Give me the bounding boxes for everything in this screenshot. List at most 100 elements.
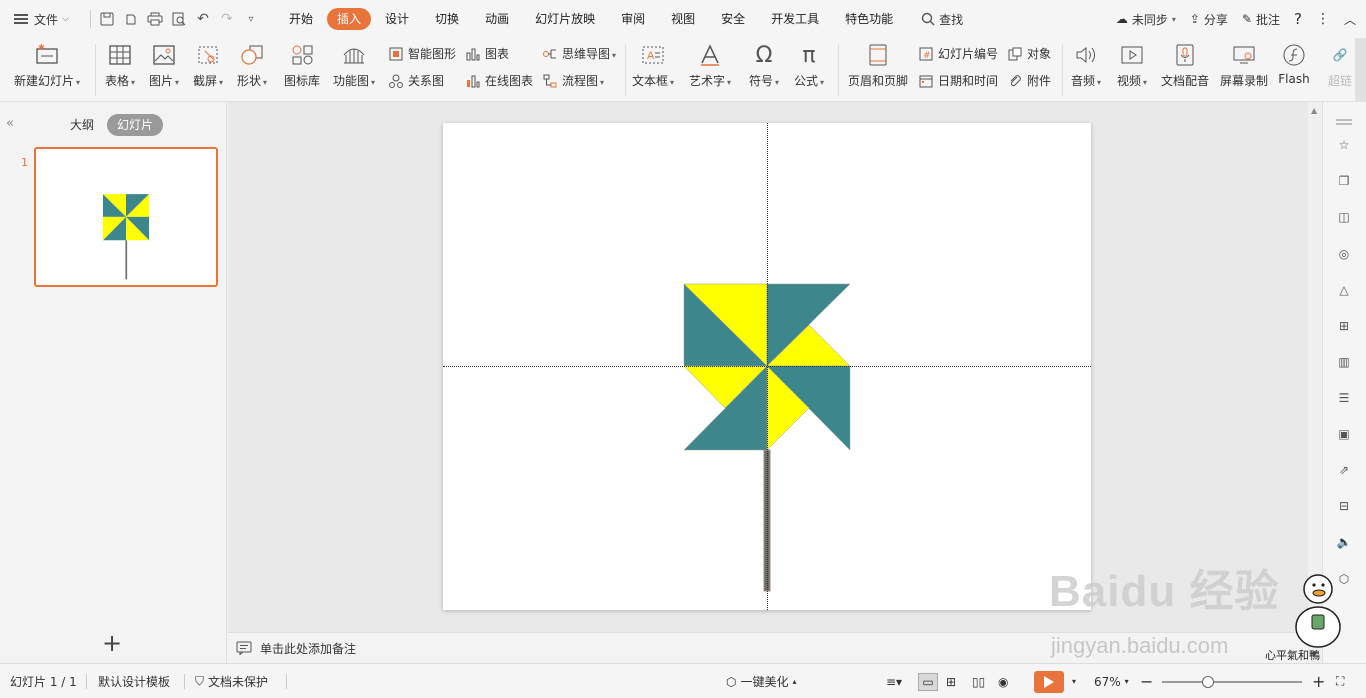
- pane-menu-icon[interactable]: [1334, 112, 1354, 132]
- flowchart-button[interactable]: 流程图: [542, 72, 604, 89]
- notes-icon: [236, 641, 252, 655]
- location-icon[interactable]: ◎: [1334, 244, 1354, 264]
- icon-library-button[interactable]: 图标库: [280, 38, 324, 89]
- comment-button[interactable]: ✎ 批注: [1242, 11, 1280, 28]
- sync-status[interactable]: ☁ 未同步 ▾: [1116, 11, 1176, 28]
- notes-pane[interactable]: 单击此处添加备注: [228, 632, 1308, 663]
- presenter-view-icon[interactable]: ◉: [998, 664, 1008, 698]
- picture-button[interactable]: 图片: [146, 38, 182, 89]
- box-icon[interactable]: ⊟: [1334, 496, 1354, 516]
- tab-1[interactable]: 插入: [327, 8, 372, 30]
- customize-dropdown-icon[interactable]: ▿: [239, 7, 263, 31]
- tab-slides[interactable]: 幻灯片: [107, 114, 164, 136]
- chevron-down-icon[interactable]: ▾: [1072, 677, 1076, 686]
- collapse-ribbon-icon[interactable]: ︿: [1344, 11, 1356, 28]
- normal-view-button[interactable]: ▭: [918, 664, 938, 698]
- layout-icon[interactable]: ❐: [1334, 171, 1354, 191]
- tab-5[interactable]: 幻灯片放映: [523, 8, 607, 30]
- protection-label: 文档未保护: [208, 675, 269, 689]
- tab-8[interactable]: 安全: [709, 8, 757, 30]
- zoom-slider-handle[interactable]: [1202, 675, 1214, 688]
- tab-7[interactable]: 视图: [659, 8, 707, 30]
- symbol-button[interactable]: Ω 符号: [745, 38, 783, 89]
- more-icon[interactable]: ⋮: [1316, 11, 1330, 27]
- tab-9[interactable]: 开发工具: [759, 8, 831, 30]
- smart-shape-button[interactable]: 智能图形: [388, 45, 456, 62]
- tab-10[interactable]: 特色功能: [833, 8, 905, 30]
- share-icon: ⇪: [1189, 12, 1200, 26]
- video-button[interactable]: 视频: [1112, 38, 1152, 89]
- online-chart-button[interactable]: 在线图表: [465, 72, 533, 89]
- slide-thumbnail[interactable]: [34, 147, 218, 287]
- shapes-icon[interactable]: ◫: [1334, 207, 1354, 227]
- fill-icon[interactable]: △: [1334, 280, 1354, 300]
- datetime-button[interactable]: 日期和时间: [918, 72, 998, 89]
- horizontal-guide-line[interactable]: [443, 366, 1091, 367]
- tab-outline[interactable]: 大纲: [60, 114, 104, 136]
- file-menu[interactable]: 文件 ⌵: [0, 0, 86, 38]
- screenshot-button[interactable]: 截屏: [190, 38, 226, 89]
- print-preview-icon[interactable]: [167, 7, 191, 31]
- wordart-button[interactable]: 艺术字: [686, 38, 734, 89]
- formula-button[interactable]: π 公式: [790, 38, 828, 89]
- zoom-out-button[interactable]: −: [1140, 664, 1153, 698]
- new-slide-button[interactable]: ✱ 新建幻灯片: [10, 38, 84, 89]
- mindmap-button[interactable]: 思维导图: [542, 45, 616, 62]
- scroll-down-icon[interactable]: ▼: [1311, 650, 1317, 659]
- ribbon-scrollbar[interactable]: [1355, 38, 1366, 101]
- slide-canvas[interactable]: [443, 123, 1091, 610]
- image-icon[interactable]: ▣: [1334, 424, 1354, 444]
- collapse-panel-icon[interactable]: «: [6, 116, 14, 131]
- tab-3[interactable]: 切换: [423, 8, 471, 30]
- relation-chart-button[interactable]: 关系图: [388, 72, 444, 89]
- doc-voice-button[interactable]: 文档配音: [1158, 38, 1212, 89]
- document-protection[interactable]: ⛉ 文档未保护: [195, 664, 268, 698]
- add-slide-button[interactable]: +: [100, 631, 124, 656]
- fit-window-icon[interactable]: ⛶: [1336, 664, 1344, 698]
- reading-view-icon[interactable]: ▯▯: [972, 664, 985, 698]
- print-icon[interactable]: [143, 7, 167, 31]
- settings-icon[interactable]: ☰: [1334, 388, 1354, 408]
- function-chart-button[interactable]: 功能图: [330, 38, 378, 89]
- undo-icon[interactable]: ↶: [191, 7, 215, 31]
- tab-6[interactable]: 审阅: [609, 8, 657, 30]
- one-click-beautify-button[interactable]: ⬡ 一键美化 ▴: [726, 664, 797, 698]
- attachment-button[interactable]: 附件: [1007, 72, 1051, 89]
- textbox-button[interactable]: A 文本框: [630, 38, 676, 89]
- relation-icon: [388, 73, 404, 89]
- notes-toggle-icon[interactable]: ≡▾: [886, 664, 902, 698]
- scroll-up-icon[interactable]: ▲: [1311, 106, 1317, 115]
- volume-icon[interactable]: 🔈: [1334, 532, 1354, 552]
- zoom-slider[interactable]: [1162, 664, 1302, 698]
- flash-button[interactable]: Flash: [1274, 38, 1314, 86]
- redo-icon[interactable]: ↷: [215, 7, 239, 31]
- zoom-in-button[interactable]: +: [1312, 664, 1325, 698]
- grid-icon[interactable]: ⊞: [1334, 316, 1354, 336]
- hyperlink-button[interactable]: 🔗 超链: [1322, 38, 1358, 89]
- table-button[interactable]: 表格: [102, 38, 138, 89]
- save-icon[interactable]: [95, 7, 119, 31]
- shape-button[interactable]: 形状: [234, 38, 270, 89]
- export-icon[interactable]: [119, 7, 143, 31]
- zoom-level[interactable]: 67% ▾: [1094, 664, 1129, 698]
- tab-4[interactable]: 动画: [473, 8, 521, 30]
- header-footer-button[interactable]: 页眉和页脚: [846, 38, 910, 89]
- help-button[interactable]: ?: [1294, 10, 1302, 28]
- shield-icon[interactable]: ⬡: [1334, 569, 1354, 589]
- screen-record-button[interactable]: 屏幕录制: [1216, 38, 1272, 89]
- slideshow-play-button[interactable]: ▾: [1034, 664, 1076, 698]
- object-button[interactable]: 对象: [1007, 45, 1051, 62]
- tab-2[interactable]: 设计: [373, 8, 421, 30]
- star-icon[interactable]: ☆: [1334, 135, 1354, 155]
- slide-sorter-icon[interactable]: ⊞: [946, 664, 956, 698]
- vertical-scrollbar[interactable]: ▲ ▼: [1308, 102, 1322, 663]
- chart-icon[interactable]: ▥: [1334, 352, 1354, 372]
- audio-button[interactable]: 音频: [1066, 38, 1106, 89]
- slide-number-button[interactable]: # 幻灯片编号: [918, 45, 998, 62]
- share-button[interactable]: ⇪ 分享: [1190, 11, 1228, 28]
- chart-button[interactable]: 图表: [465, 45, 509, 62]
- share-icon[interactable]: ⇗: [1334, 460, 1354, 480]
- search-box[interactable]: 查找: [921, 0, 963, 38]
- tab-0[interactable]: 开始: [277, 8, 325, 30]
- design-template[interactable]: 默认设计模板: [98, 664, 170, 698]
